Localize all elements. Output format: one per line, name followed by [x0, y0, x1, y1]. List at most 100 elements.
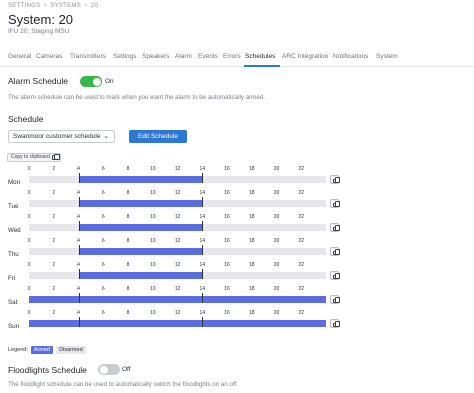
- day-timeline[interactable]: [29, 200, 326, 207]
- tab-events[interactable]: Events: [198, 53, 218, 60]
- breadcrumb-systems[interactable]: SYSTEMS: [50, 3, 81, 9]
- alarm-schedule-toggle-state: On: [105, 78, 114, 85]
- hour-tick: 0: [27, 166, 31, 172]
- hour-tick: 6: [101, 190, 105, 196]
- hour-tick: 20: [273, 166, 280, 172]
- hour-tick: 18: [248, 214, 255, 220]
- hour-tick: 4: [77, 190, 80, 196]
- hour-tick: 0: [27, 310, 31, 316]
- copy-day-button[interactable]: [330, 175, 340, 184]
- schedule-select[interactable]: Swanmoor customer schedule ⌄: [8, 130, 115, 143]
- armed-period: [78, 248, 203, 255]
- day-timeline[interactable]: [29, 320, 326, 327]
- schedule-title: Schedule: [8, 114, 44, 124]
- copy-icon: [333, 225, 340, 231]
- day-label: Wed: [8, 227, 21, 234]
- edit-schedule-button[interactable]: Edit Schedule: [129, 130, 187, 143]
- tab-errors[interactable]: Errors: [223, 53, 241, 60]
- hour-tick: 0: [27, 262, 31, 268]
- hour-tick: 16: [224, 310, 230, 316]
- hour-marker: [78, 245, 80, 255]
- tab-arc-integration[interactable]: ARC Integration: [282, 53, 328, 60]
- hour-tick: 6: [101, 166, 105, 172]
- tab-bar: General Cameras Transmitters Settings Sp…: [0, 53, 474, 67]
- day-label: Thu: [8, 251, 19, 258]
- hour-tick: 14: [199, 190, 206, 196]
- day-timeline[interactable]: [29, 176, 326, 183]
- hour-tick: 4: [77, 214, 80, 220]
- hour-marker: [202, 245, 204, 255]
- hour-tick: 22: [298, 262, 305, 268]
- breadcrumb-settings[interactable]: SETTINGS: [8, 3, 40, 9]
- copy-day-button[interactable]: [330, 319, 340, 328]
- hour-tick: 6: [101, 238, 105, 244]
- tab-settings[interactable]: Settings: [113, 53, 137, 60]
- hour-tick: 12: [174, 166, 181, 172]
- floodlights-schedule-toggle[interactable]: [98, 364, 120, 375]
- hour-tick: 8: [126, 214, 130, 220]
- tab-notifications[interactable]: Notifications: [333, 53, 368, 60]
- hour-tick: 0: [27, 286, 31, 292]
- hour-tick: 2: [52, 286, 56, 292]
- tab-speakers[interactable]: Speakers: [142, 53, 169, 60]
- copy-day-button[interactable]: [330, 295, 340, 304]
- tab-general[interactable]: General: [8, 53, 31, 60]
- hour-tick: 10: [149, 238, 156, 244]
- hour-tick: 14: [199, 310, 206, 316]
- hour-tick: 12: [174, 190, 181, 196]
- hour-tick: 10: [149, 190, 156, 196]
- copy-icon: [333, 297, 340, 303]
- hour-tick: 6: [101, 214, 105, 220]
- hour-marker: [202, 293, 204, 303]
- copy-day-button[interactable]: [330, 247, 340, 256]
- armed-period: [29, 296, 326, 303]
- legend-label: Legend:: [8, 347, 28, 353]
- hour-tick: 14: [199, 286, 206, 292]
- copy-day-button[interactable]: [330, 223, 340, 232]
- day-row-wed: 0 2 4 6 8 10 12 14 16 18 20 22 Wed: [0, 214, 474, 238]
- tab-schedules[interactable]: Schedules: [245, 53, 275, 60]
- tab-transmitters[interactable]: Transmitters: [70, 53, 106, 60]
- hour-marker: [78, 173, 80, 183]
- hour-marker: [78, 293, 80, 303]
- schedule-select-value: Swanmoor customer schedule: [13, 133, 101, 140]
- hour-tick: 0: [27, 238, 31, 244]
- floodlights-schedule-description: The floodlight schedule can be used to a…: [8, 381, 238, 388]
- copy-day-button[interactable]: [330, 271, 340, 280]
- hour-marker: [202, 269, 204, 279]
- hour-tick: 2: [52, 262, 56, 268]
- hour-tick: 4: [77, 310, 80, 316]
- legend-disarmed: Disarmed: [56, 346, 86, 354]
- copy-day-button[interactable]: [330, 199, 340, 208]
- armed-period: [78, 200, 203, 207]
- hour-tick: 20: [273, 238, 280, 244]
- hour-tick: 16: [224, 238, 230, 244]
- hour-marker: [78, 317, 80, 327]
- day-timeline[interactable]: [29, 224, 326, 231]
- hour-tick: 18: [248, 310, 255, 316]
- hour-tick: 22: [298, 214, 305, 220]
- copy-icon: [51, 154, 60, 160]
- day-timeline[interactable]: [29, 248, 326, 255]
- hour-tick: 4: [77, 262, 80, 268]
- legend-armed: Armed: [30, 346, 54, 354]
- alarm-schedule-description: The alarm schedule can be used to mark w…: [8, 94, 265, 101]
- hour-tick: 14: [199, 214, 206, 220]
- day-timeline[interactable]: [29, 296, 326, 303]
- hour-tick: 0: [27, 190, 31, 196]
- day-timeline[interactable]: [29, 272, 326, 279]
- hour-tick: 2: [52, 190, 56, 196]
- alarm-schedule-toggle[interactable]: [80, 76, 102, 87]
- armed-period: [78, 224, 203, 231]
- hour-tick: 16: [224, 190, 230, 196]
- copy-to-clipboard-button[interactable]: Copy to clipboard: [7, 153, 61, 162]
- hour-tick: 12: [174, 310, 181, 316]
- hour-tick: 10: [149, 214, 156, 220]
- tab-cameras[interactable]: Cameras: [36, 53, 62, 60]
- hour-tick: 10: [149, 286, 156, 292]
- tab-alarm[interactable]: Alarm: [175, 53, 192, 60]
- hour-tick: 12: [174, 214, 181, 220]
- tab-system[interactable]: System: [376, 53, 398, 60]
- hour-tick: 8: [126, 166, 130, 172]
- hour-tick: 6: [101, 262, 105, 268]
